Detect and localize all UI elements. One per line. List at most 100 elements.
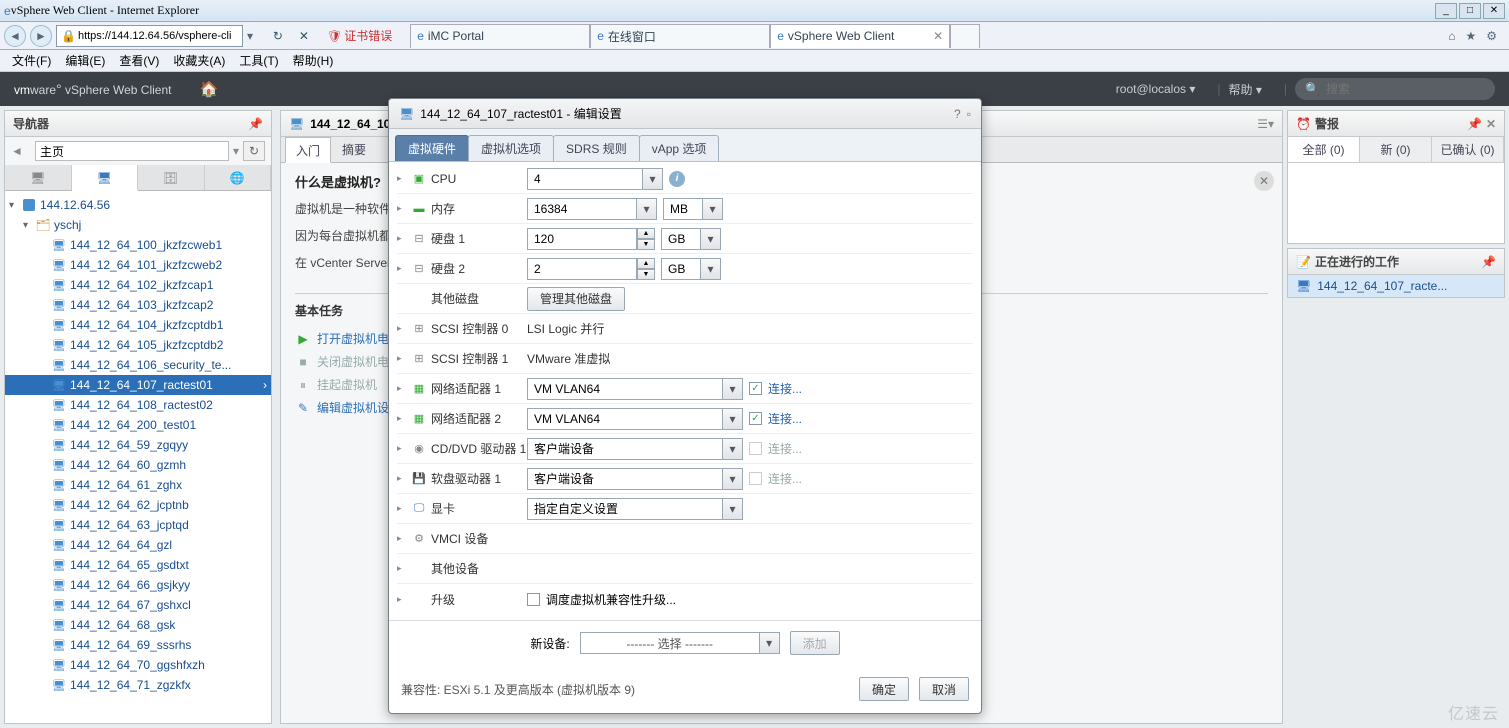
tree-vm-item[interactable]: 🖥144_12_64_105_jkzfzcptdb2 [5, 335, 271, 355]
dialog-tab[interactable]: vApp 选项 [639, 135, 720, 161]
tree-vm-item[interactable]: 🖥144_12_64_67_gshxcl [5, 595, 271, 615]
floppy-value[interactable]: 客户端设备 [527, 468, 723, 490]
tree-vm-item[interactable]: 🖥144_12_64_69_sssrhs [5, 635, 271, 655]
pin-icon[interactable]: 📌 [1467, 117, 1482, 131]
spin-up[interactable]: ▲ [637, 228, 655, 239]
ie-menu-item[interactable]: 帮助(H) [287, 52, 340, 69]
close-icon[interactable]: ✕ [933, 29, 943, 43]
tree-vm-item[interactable]: 🖥144_12_64_100_jkzfzcweb1 [5, 235, 271, 255]
nav-tab-storage[interactable]: 🗄 [138, 165, 205, 190]
nic1-value[interactable]: VM VLAN64 [527, 378, 723, 400]
ie-tab[interactable]: evSphere Web Client✕ [770, 24, 950, 48]
manage-disks-button[interactable]: 管理其他磁盘 [527, 287, 625, 311]
alarm-tab-new[interactable]: 新 (0) [1360, 137, 1432, 162]
ie-forward-button[interactable]: ► [30, 25, 52, 47]
content-tab[interactable]: 摘要 [331, 137, 377, 162]
tree-root[interactable]: ▾144.12.64.56 [5, 195, 271, 215]
nic2-dropdown[interactable]: ▾ [723, 408, 743, 430]
tree-vm-item[interactable]: 🖥144_12_64_63_jcptqd [5, 515, 271, 535]
ie-address-bar[interactable]: 🔒 [56, 25, 243, 47]
nic2-value[interactable]: VM VLAN64 [527, 408, 723, 430]
help-menu[interactable]: 帮助 ▾ [1229, 81, 1262, 98]
video-dropdown[interactable]: ▾ [723, 498, 743, 520]
tree-vm-item[interactable]: 🖥144_12_64_103_jkzfzcap2 [5, 295, 271, 315]
tree-vm-item[interactable]: 🖥144_12_64_102_jkzfzcap1 [5, 275, 271, 295]
nav-tab-hosts[interactable]: 🖥 [5, 165, 72, 190]
alarm-tab-ack[interactable]: 已确认 (0) [1432, 137, 1504, 162]
nic1-connect-label[interactable]: 连接... [768, 380, 802, 397]
content-tab[interactable]: 入门 [285, 137, 331, 163]
memory-unit[interactable]: MB [663, 198, 703, 220]
dialog-tab[interactable]: 虚拟机选项 [468, 135, 554, 161]
info-icon[interactable]: i [669, 171, 685, 187]
cpu-dropdown[interactable]: ▾ [643, 168, 663, 190]
disk1-unit-dropdown[interactable]: ▾ [701, 228, 721, 250]
ie-menu-item[interactable]: 文件(F) [6, 52, 57, 69]
window-maximize-button[interactable]: □ [1459, 3, 1481, 19]
stop-button[interactable]: ✕ [293, 25, 315, 47]
disk2-input[interactable] [527, 258, 637, 280]
tree-vm-item[interactable]: 🖥144_12_64_107_ractest01› [5, 375, 271, 395]
history-button[interactable]: ↻ [243, 141, 265, 161]
tree-vm-item[interactable]: 🖥144_12_64_64_gzl [5, 535, 271, 555]
memory-dropdown[interactable]: ▾ [637, 198, 657, 220]
tree-vm-item[interactable]: 🖥144_12_64_61_zghx [5, 475, 271, 495]
spin-down[interactable]: ▼ [637, 239, 655, 250]
tree-vm-item[interactable]: 🖥144_12_64_200_test01 [5, 415, 271, 435]
global-search[interactable]: 🔍 [1295, 78, 1495, 100]
breadcrumb[interactable]: 主页 [35, 141, 229, 161]
cdrom-dropdown[interactable]: ▾ [723, 438, 743, 460]
dialog-tab[interactable]: SDRS 规则 [553, 135, 640, 161]
ie-menu-item[interactable]: 查看(V) [113, 52, 165, 69]
nic1-connect-checkbox[interactable] [749, 382, 762, 395]
disk1-unit[interactable]: GB [661, 228, 701, 250]
dialog-titlebar[interactable]: 🖥 144_12_64_107_ractest01 - 编辑设置 ? ▫ [389, 99, 981, 129]
pin-icon[interactable]: 📌 [1481, 255, 1496, 269]
search-input[interactable] [1326, 82, 1476, 96]
nav-back-icon[interactable]: ◄ [11, 144, 31, 158]
disk2-unit[interactable]: GB [661, 258, 701, 280]
alarm-tab-all[interactable]: 全部 (0) [1288, 137, 1360, 162]
memory-input[interactable] [527, 198, 637, 220]
cpu-value[interactable]: 4 [527, 168, 643, 190]
nic2-connect-checkbox[interactable] [749, 412, 762, 425]
breadcrumb-dropdown[interactable]: ▾ [233, 144, 239, 158]
cdrom-value[interactable]: 客户端设备 [527, 438, 723, 460]
home-icon[interactable]: 🏠 [199, 80, 218, 98]
tree-vm-item[interactable]: 🖥144_12_64_70_ggshfxzh [5, 655, 271, 675]
tree-folder[interactable]: ▾🗂yschj [5, 215, 271, 235]
tree-vm-item[interactable]: 🖥144_12_64_62_jcptnb [5, 495, 271, 515]
cancel-button[interactable]: 取消 [919, 677, 969, 701]
nic1-dropdown[interactable]: ▾ [723, 378, 743, 400]
cert-error-badge[interactable]: 🛡 证书错误 [319, 27, 400, 44]
upgrade-checkbox[interactable] [527, 593, 540, 606]
video-value[interactable]: 指定自定义设置 [527, 498, 723, 520]
url-input[interactable] [78, 30, 238, 42]
pin-icon[interactable]: 📌 [248, 117, 263, 131]
disk1-input[interactable] [527, 228, 637, 250]
tree-vm-item[interactable]: 🖥144_12_64_65_gsdtxt [5, 555, 271, 575]
spin-up[interactable]: ▲ [637, 258, 655, 269]
tree-vm-item[interactable]: 🖥144_12_64_68_gsk [5, 615, 271, 635]
ie-tools-icon[interactable]: ⚙ [1486, 29, 1497, 43]
disk2-unit-dropdown[interactable]: ▾ [701, 258, 721, 280]
refresh-button[interactable]: ↻ [267, 25, 289, 47]
work-item[interactable]: 🖥 144_12_64_107_racte... [1288, 275, 1504, 297]
tree-vm-item[interactable]: 🖥144_12_64_71_zgzkfx [5, 675, 271, 695]
new-device-select[interactable]: ------- 选择 ------- [580, 632, 760, 654]
ie-tab[interactable]: eiMC Portal [410, 24, 590, 48]
user-menu[interactable]: root@localos ▾ [1116, 82, 1196, 96]
memory-unit-dropdown[interactable]: ▾ [703, 198, 723, 220]
ie-menu-item[interactable]: 编辑(E) [59, 52, 111, 69]
spin-down[interactable]: ▼ [637, 269, 655, 280]
floppy-dropdown[interactable]: ▾ [723, 468, 743, 490]
tree-vm-item[interactable]: 🖥144_12_64_108_ractest02 [5, 395, 271, 415]
new-device-dropdown[interactable]: ▾ [760, 632, 780, 654]
window-minimize-button[interactable]: _ [1435, 3, 1457, 19]
tree-vm-item[interactable]: 🖥144_12_64_66_gsjkyy [5, 575, 271, 595]
ok-button[interactable]: 确定 [859, 677, 909, 701]
help-icon[interactable]: ? [954, 107, 961, 121]
ie-menu-item[interactable]: 收藏夹(A) [167, 52, 231, 69]
dialog-tab[interactable]: 虚拟硬件 [395, 135, 469, 161]
nav-tab-network[interactable]: 🌐 [205, 165, 272, 190]
